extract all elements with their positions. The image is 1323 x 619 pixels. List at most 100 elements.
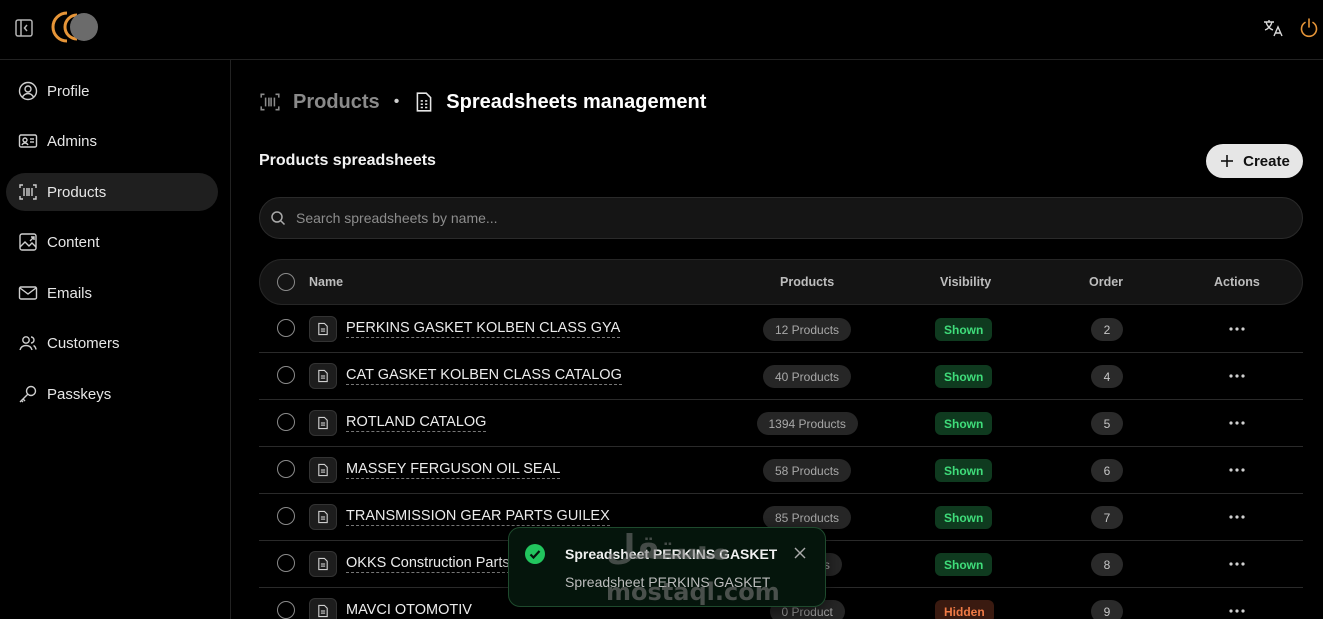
spreadsheet-name-link[interactable]: PERKINS GASKET KOLBEN CLASS GYA [346, 320, 621, 338]
select-all-checkbox[interactable] [277, 273, 295, 291]
order-badge: 2 [1091, 318, 1123, 341]
table-header: Name Products Visibility Order Actions [259, 259, 1303, 305]
column-header-actions: Actions [1214, 275, 1260, 289]
plus-icon [1219, 153, 1235, 169]
sidebar-item-label: Profile [47, 82, 90, 100]
sidebar: Profile Admins Products Content Emails C… [0, 60, 231, 619]
success-toast: Spreadsheet PERKINS GASKET Spreadsheet P… [508, 527, 826, 607]
sidebar-item-customers[interactable]: Customers [6, 324, 218, 362]
sidebar-item-label: Admins [47, 132, 98, 150]
spreadsheet-name-link[interactable]: OKKS Construction Parts [346, 555, 510, 573]
breadcrumb: Products • Spreadsheets management [259, 90, 706, 114]
spreadsheet-file-icon [309, 316, 337, 342]
spreadsheet-name-link[interactable]: MAVCI OTOMOTIV [346, 602, 472, 619]
order-badge: 9 [1091, 600, 1123, 619]
order-badge: 8 [1091, 553, 1123, 576]
page-title: Spreadsheets management [446, 90, 707, 113]
section-title: Products spreadsheets [259, 152, 436, 169]
visibility-badge: Shown [935, 506, 993, 529]
user-circle-icon [18, 81, 38, 101]
sidebar-toggle-icon[interactable] [14, 18, 34, 38]
power-icon[interactable] [1298, 17, 1320, 39]
column-header-products[interactable]: Products [780, 275, 834, 289]
sidebar-item-passkeys[interactable]: Passkeys [6, 375, 218, 413]
more-actions-icon[interactable] [1225, 554, 1249, 574]
check-circle-icon [525, 544, 545, 564]
row-select-checkbox[interactable] [277, 601, 295, 619]
sidebar-item-profile[interactable]: Profile [6, 72, 218, 110]
spreadsheet-file-icon [309, 504, 337, 530]
sidebar-item-emails[interactable]: Emails [6, 274, 218, 312]
sidebar-item-label: Products [47, 183, 107, 201]
barcode-icon [259, 91, 281, 113]
spreadsheet-file-icon [309, 598, 337, 619]
search-bar [259, 197, 1303, 239]
column-header-visibility[interactable]: Visibility [940, 275, 991, 289]
users-icon [18, 333, 38, 353]
visibility-badge: Shown [935, 318, 993, 341]
visibility-badge: Hidden [935, 600, 994, 619]
products-count-badge: 1394 Products [756, 412, 858, 435]
row-select-checkbox[interactable] [277, 319, 295, 337]
spreadsheet-name-link[interactable]: ROTLAND CATALOG [346, 414, 487, 432]
id-card-icon [18, 131, 38, 151]
column-header-order[interactable]: Order [1089, 275, 1123, 289]
search-input[interactable] [296, 210, 1276, 226]
barcode-icon [18, 182, 38, 202]
more-actions-icon[interactable] [1225, 413, 1249, 433]
table-row[interactable]: PERKINS GASKET KOLBEN CLASS GYA 12 Produc… [259, 306, 1303, 353]
translate-icon[interactable] [1262, 17, 1284, 39]
mail-icon [18, 283, 38, 303]
key-icon [18, 384, 38, 404]
spreadsheet-file-icon [309, 457, 337, 483]
more-actions-icon[interactable] [1225, 366, 1249, 386]
products-count-badge: 40 Products [763, 365, 852, 388]
spreadsheet-file-icon [309, 551, 337, 577]
row-select-checkbox[interactable] [277, 460, 295, 478]
table-row[interactable]: ROTLAND CATALOG 1394 Products Shown 5 [259, 400, 1303, 447]
close-icon[interactable] [793, 546, 807, 560]
breadcrumb-products-link[interactable]: Products [293, 91, 380, 114]
spreadsheet-name-link[interactable]: CAT GASKET KOLBEN CLASS CATALOG [346, 367, 622, 385]
top-bar [0, 0, 1323, 60]
create-button[interactable]: Create [1206, 144, 1303, 178]
toast-title: Spreadsheet PERKINS GASKET [565, 546, 777, 562]
sidebar-item-label: Customers [47, 334, 120, 352]
more-actions-icon[interactable] [1225, 507, 1249, 527]
visibility-badge: Shown [935, 459, 993, 482]
row-select-checkbox[interactable] [277, 507, 295, 525]
sidebar-item-label: Passkeys [47, 385, 112, 403]
products-count-badge: 12 Products [763, 318, 852, 341]
spreadsheet-name-link[interactable]: MASSEY FERGUSON OIL SEAL [346, 461, 561, 479]
sidebar-item-products[interactable]: Products [6, 173, 218, 211]
spreadsheet-file-icon [413, 91, 435, 113]
row-select-checkbox[interactable] [277, 366, 295, 384]
image-icon [18, 232, 38, 252]
sidebar-item-label: Emails [47, 284, 93, 302]
toast-description: Spreadsheet PERKINS GASKET [565, 574, 770, 590]
table-row[interactable]: MASSEY FERGUSON OIL SEAL 58 Products Shown… [259, 447, 1303, 494]
order-badge: 7 [1091, 506, 1123, 529]
app-logo[interactable] [49, 9, 99, 45]
products-count-badge: 58 Products [763, 459, 852, 482]
breadcrumb-separator: • [393, 93, 400, 110]
row-select-checkbox[interactable] [277, 554, 295, 572]
order-badge: 5 [1091, 412, 1123, 435]
row-select-checkbox[interactable] [277, 413, 295, 431]
sidebar-item-content[interactable]: Content [6, 223, 218, 261]
more-actions-icon[interactable] [1225, 319, 1249, 339]
more-actions-icon[interactable] [1225, 601, 1249, 619]
spreadsheet-file-icon [309, 410, 337, 436]
spreadsheet-name-link[interactable]: TRANSMISSION GEAR PARTS GUILEX [346, 508, 610, 526]
visibility-badge: Shown [935, 412, 993, 435]
visibility-badge: Shown [935, 553, 993, 576]
spreadsheet-file-icon [309, 363, 337, 389]
sidebar-item-label: Content [47, 233, 100, 251]
sidebar-item-admins[interactable]: Admins [6, 122, 218, 160]
create-button-label: Create [1243, 152, 1290, 170]
column-header-name[interactable]: Name [309, 275, 343, 289]
visibility-badge: Shown [935, 365, 993, 388]
more-actions-icon[interactable] [1225, 460, 1249, 480]
order-badge: 4 [1091, 365, 1123, 388]
table-row[interactable]: CAT GASKET KOLBEN CLASS CATALOG 40 Produc… [259, 353, 1303, 400]
